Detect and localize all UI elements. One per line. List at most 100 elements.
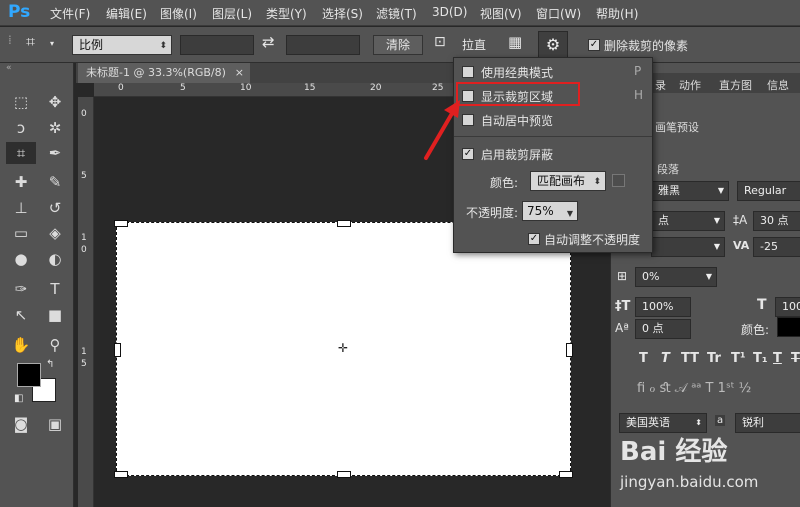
menu-select[interactable]: 选择(S) (322, 5, 363, 22)
tab-info[interactable]: 信息 (767, 77, 789, 93)
tab-histogram[interactable]: 直方图 (719, 77, 752, 93)
font-size-field[interactable]: 点 ▼ (651, 211, 725, 231)
eraser-tool-icon[interactable]: ▭ (8, 222, 34, 244)
clear-button[interactable]: 清除 (373, 35, 423, 55)
watermark-brand: Bai 经验 (620, 437, 728, 467)
magic-wand-tool-icon[interactable]: ✲ (42, 117, 68, 139)
superscript-button[interactable]: T¹ (731, 351, 746, 366)
eyedropper-tool-icon[interactable]: ✒ (42, 142, 68, 164)
screen-mode-icon[interactable]: ▣ (42, 413, 68, 435)
hand-tool-icon[interactable]: ✋ (8, 334, 34, 356)
blur-tool-icon[interactable]: ● (8, 248, 34, 270)
straighten-icon[interactable]: ⊡ (434, 34, 446, 50)
menu-filter[interactable]: 滤镜(T) (376, 5, 417, 22)
subscript-button[interactable]: T₁ (753, 351, 768, 366)
tsume-field[interactable]: 0% ▼ (635, 267, 717, 287)
auto-adjust-opacity-label[interactable]: 自动调整不透明度 (544, 231, 640, 248)
move-tool-icon[interactable]: ✥ (42, 91, 68, 113)
crop-handle-left[interactable] (114, 343, 121, 357)
auto-adjust-opacity-checkbox[interactable]: ✓ (528, 233, 540, 245)
underline-button[interactable]: T (773, 351, 782, 366)
classic-mode-checkbox[interactable] (462, 66, 474, 78)
leading-field[interactable]: 30 点 (753, 211, 800, 231)
font-style-select[interactable]: Regular (737, 181, 800, 201)
shield-color-swatch[interactable] (612, 174, 625, 187)
kerning-field[interactable]: ▼ (651, 237, 725, 257)
shield-color-select[interactable]: 匹配画布 ⬍ (530, 171, 606, 191)
menu-file[interactable]: 文件(F) (50, 5, 90, 22)
crop-handle-top[interactable] (337, 220, 351, 227)
crop-handle-top-left[interactable] (114, 220, 128, 227)
zoom-tool-icon[interactable]: ⚲ (42, 334, 68, 356)
baseline-shift-field[interactable]: 0 点 (635, 319, 691, 339)
crop-tool-icon[interactable]: ⌗ (26, 32, 35, 52)
marquee-tool-icon[interactable]: ⬚ (8, 91, 34, 113)
overlay-grid-icon[interactable]: ▦ (508, 33, 522, 51)
settings-gear-button[interactable]: ⚙ (538, 31, 568, 59)
small-caps-button[interactable]: Tr (707, 351, 721, 366)
delete-cropped-checkbox[interactable]: ✓ (588, 39, 600, 51)
up-down-arrows-icon: ⬍ (159, 41, 167, 51)
text-color-label: 颜色: (741, 323, 770, 337)
ratio-select[interactable]: 比例 ⬍ (72, 35, 172, 55)
menu-type[interactable]: 类型(Y) (266, 5, 307, 22)
crop-tool-active-icon[interactable]: ⌗ (6, 142, 36, 164)
menu-image[interactable]: 图像(I) (160, 5, 197, 22)
path-selection-tool-icon[interactable]: ↖ (8, 304, 34, 326)
height-field[interactable] (286, 35, 360, 55)
tool-preset-chevron-icon[interactable]: ▾ (50, 39, 54, 48)
healing-brush-tool-icon[interactable]: ✚ (8, 171, 34, 193)
width-field[interactable] (180, 35, 254, 55)
menu-layer[interactable]: 图层(L) (212, 5, 252, 22)
ruler-label: 0 (118, 83, 124, 93)
strikethrough-button[interactable]: T (791, 351, 800, 366)
faux-italic-button[interactable]: T (661, 351, 670, 366)
tracking-field[interactable]: -25 (753, 237, 800, 257)
default-colors-icon[interactable]: ◧ (14, 393, 23, 404)
paint-bucket-tool-icon[interactable]: ◈ (42, 222, 68, 244)
menu-view[interactable]: 视图(V) (480, 5, 522, 22)
classic-mode-label[interactable]: 使用经典模式 (481, 64, 553, 81)
pen-tool-icon[interactable]: ✑ (8, 278, 34, 300)
faux-bold-button[interactable]: T (639, 351, 648, 366)
tab-history[interactable]: 录 (655, 77, 666, 93)
tab-paragraph[interactable]: 段落 (657, 161, 679, 177)
collapse-icon[interactable]: « (6, 63, 12, 73)
menu-edit[interactable]: 编辑(E) (106, 5, 147, 22)
vertical-scale-field[interactable]: 100% (635, 297, 691, 317)
auto-center-preview-label[interactable]: 自动居中预览 (481, 112, 553, 129)
menu-help[interactable]: 帮助(H) (596, 5, 638, 22)
menu-3d[interactable]: 3D(D) (432, 5, 467, 19)
opentype-ligature-icon[interactable]: ﬁ ℴ ﬆ 𝒜 ᵃᵃ T 1ˢᵗ ½ (637, 381, 751, 396)
brush-tool-icon[interactable]: ✎ (42, 171, 68, 193)
menu-bar: Ps 文件(F) 编辑(E) 图像(I) 图层(L) 类型(Y) 选择(S) 滤… (0, 0, 800, 26)
dodge-tool-icon[interactable]: ◐ (42, 248, 68, 270)
swap-colors-icon[interactable]: ↰ (46, 359, 54, 370)
swap-icon[interactable]: ⇄ (262, 33, 275, 51)
font-family-select[interactable]: 雅黑 ▼ (651, 181, 729, 201)
document-tab[interactable]: 未标题-1 @ 33.3%(RGB/8) × (78, 63, 250, 83)
horizontal-scale-field[interactable]: 100% (775, 297, 800, 317)
enable-crop-shield-label[interactable]: 启用裁剪屏蔽 (481, 146, 553, 163)
crop-handle-bottom-left[interactable] (114, 471, 128, 478)
straighten-label[interactable]: 拉直 (462, 36, 486, 53)
close-tab-icon[interactable]: × (235, 63, 244, 83)
tab-actions[interactable]: 动作 (679, 77, 701, 93)
history-brush-tool-icon[interactable]: ↺ (42, 197, 68, 219)
crop-handle-bottom-right[interactable] (559, 471, 573, 478)
crop-handle-right[interactable] (566, 343, 573, 357)
tab-brush-preset[interactable]: 画笔预设 (655, 119, 699, 135)
document-canvas[interactable]: ✛ (114, 220, 573, 478)
menu-window[interactable]: 窗口(W) (536, 5, 581, 22)
crop-handle-bottom[interactable] (337, 471, 351, 478)
lasso-tool-icon[interactable]: ↄ (8, 117, 34, 139)
stamp-tool-icon[interactable]: ⊥ (8, 197, 34, 219)
text-color-swatch[interactable] (777, 317, 800, 337)
quick-mask-icon[interactable]: ◙ (8, 413, 34, 435)
foreground-color-swatch[interactable] (17, 363, 41, 387)
font-size-value: 点 (658, 214, 669, 227)
type-tool-icon[interactable]: T (42, 278, 68, 300)
opacity-field[interactable]: 75% ▼ (522, 201, 578, 221)
rectangle-tool-icon[interactable]: ■ (42, 304, 68, 326)
all-caps-button[interactable]: TT (681, 351, 699, 366)
